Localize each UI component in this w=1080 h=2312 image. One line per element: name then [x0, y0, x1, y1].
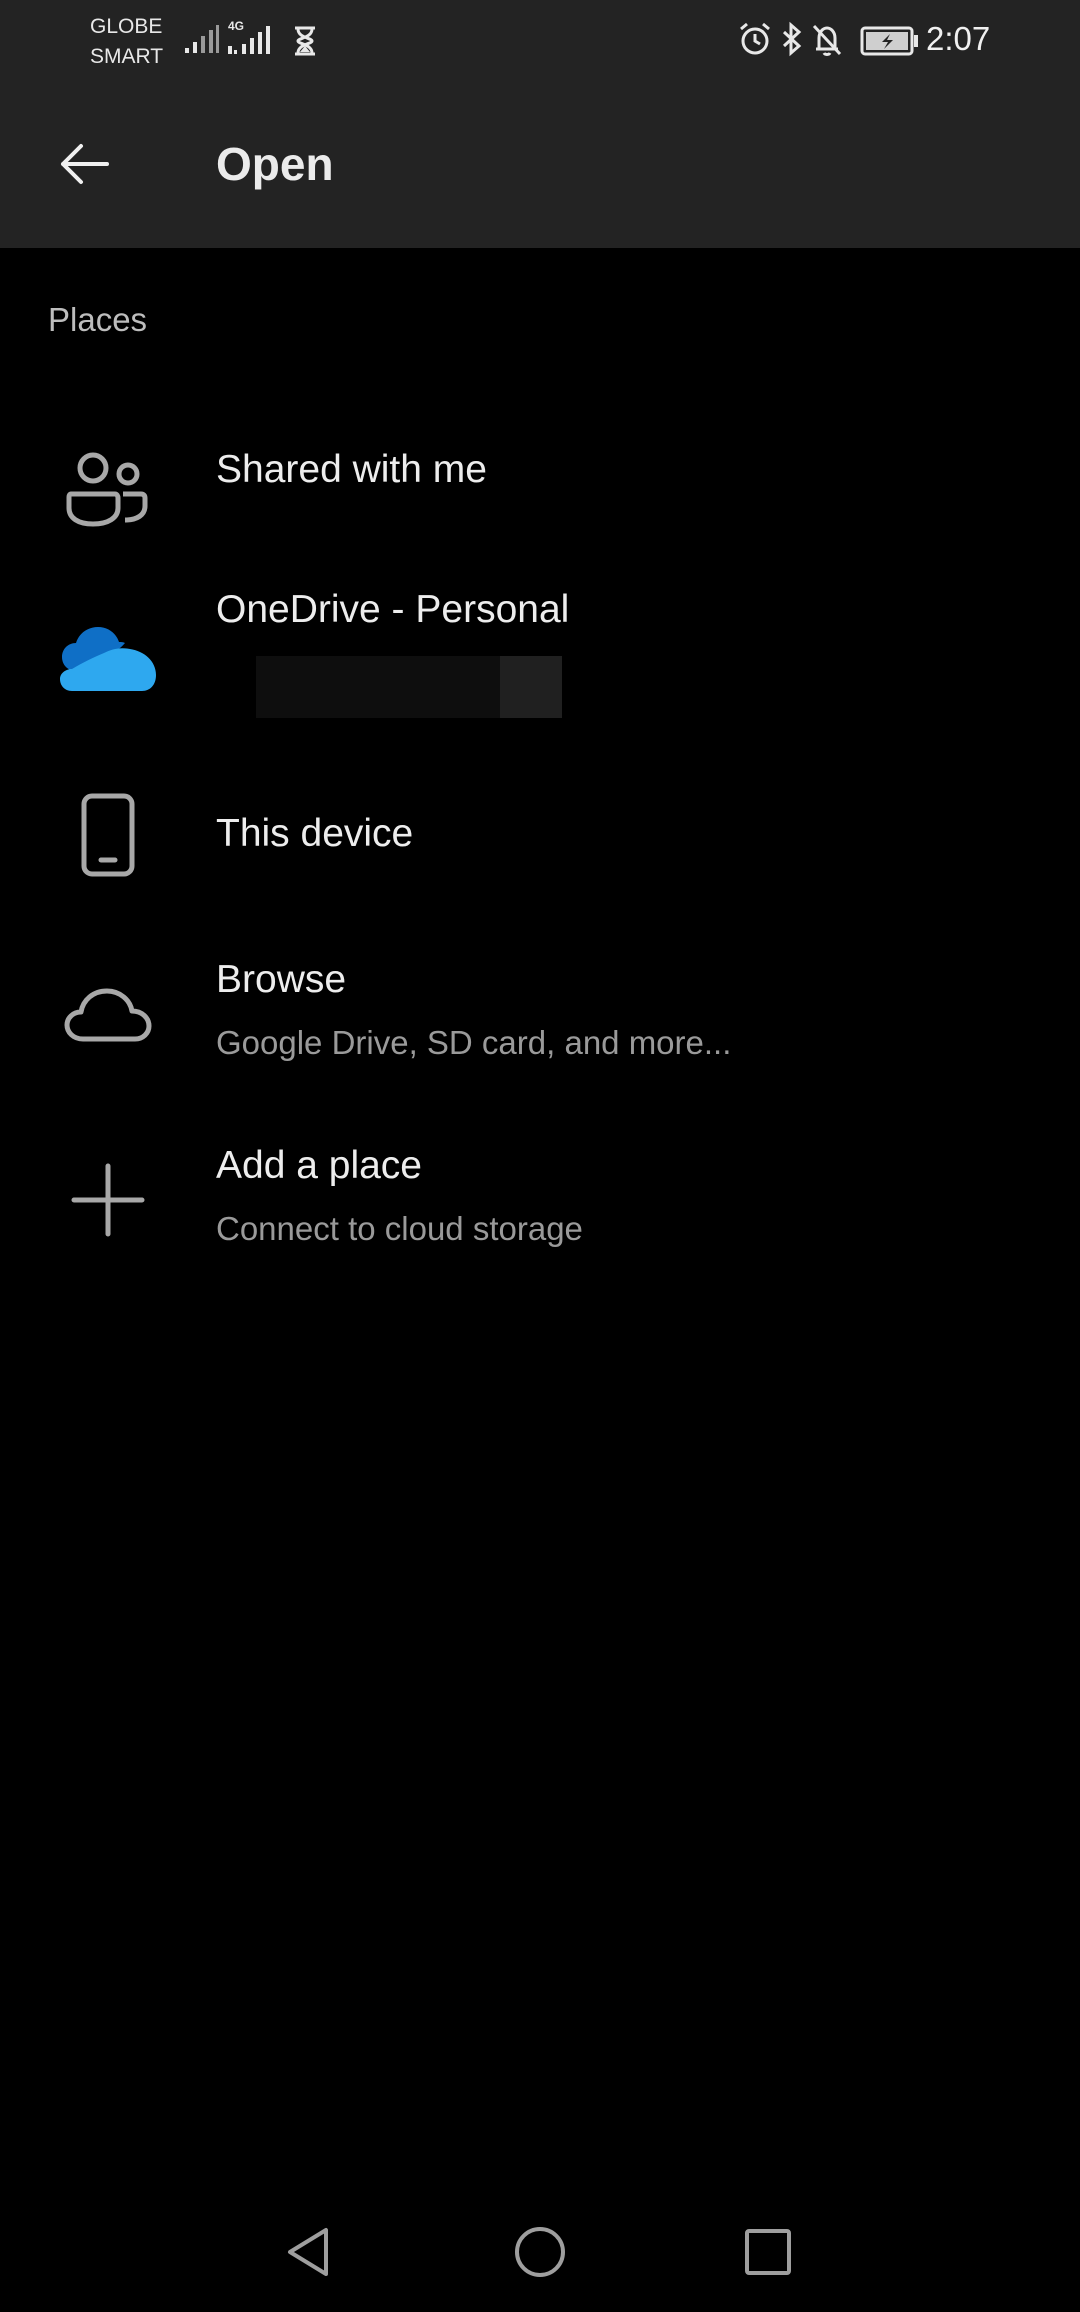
plus-icon — [48, 1150, 168, 1250]
redacted-account — [256, 656, 562, 718]
carrier-label: GLOBE SMART — [90, 12, 163, 72]
place-item-add-a-place[interactable]: Add a place Connect to cloud storage — [0, 1120, 1080, 1280]
places-section-header: Places — [48, 301, 148, 338]
alarm-icon — [738, 20, 772, 60]
place-item-shared-with-me[interactable]: Shared with me — [0, 420, 1080, 560]
nav-home-button[interactable] — [504, 2216, 576, 2288]
place-title: OneDrive - Personal — [216, 588, 570, 631]
carrier-line-2: SMART — [90, 45, 164, 68]
app-bar: Open — [0, 80, 1080, 248]
onedrive-cloud-icon — [48, 610, 168, 710]
bell-off-icon — [810, 20, 844, 60]
carrier-line-1: GLOBE — [90, 15, 163, 38]
place-title: This device — [216, 812, 414, 855]
signal-4g-icon — [226, 24, 278, 61]
hourglass-icon — [292, 26, 318, 61]
nav-recents-icon — [745, 2229, 791, 2275]
place-title: Shared with me — [216, 448, 487, 491]
page-title: Open — [216, 138, 334, 190]
signal-icon — [184, 24, 220, 59]
nav-recents-button[interactable] — [732, 2216, 804, 2288]
arrow-left-icon — [61, 144, 109, 184]
nav-home-icon — [515, 2227, 565, 2277]
status-bar: GLOBE SMART 4G 2:07 — [0, 0, 1080, 80]
bluetooth-icon — [780, 20, 804, 60]
place-item-browse[interactable]: Browse Google Drive, SD card, and more..… — [0, 930, 1080, 1090]
people-icon — [48, 440, 168, 540]
status-clock: 2:07 — [926, 20, 991, 57]
place-subtitle: Connect to cloud storage — [216, 1210, 583, 1247]
place-item-this-device[interactable]: This device — [0, 760, 1080, 900]
nav-back-icon — [288, 2228, 328, 2276]
phone-icon — [48, 780, 168, 890]
place-title: Add a place — [216, 1144, 422, 1187]
place-subtitle: Google Drive, SD card, and more... — [216, 1024, 732, 1061]
nav-back-button[interactable] — [272, 2216, 344, 2288]
back-button[interactable] — [40, 132, 130, 196]
battery-charging-icon — [860, 26, 920, 66]
place-title: Browse — [216, 958, 347, 1001]
cloud-outline-icon — [48, 970, 168, 1060]
system-nav-bar — [0, 2192, 1080, 2312]
